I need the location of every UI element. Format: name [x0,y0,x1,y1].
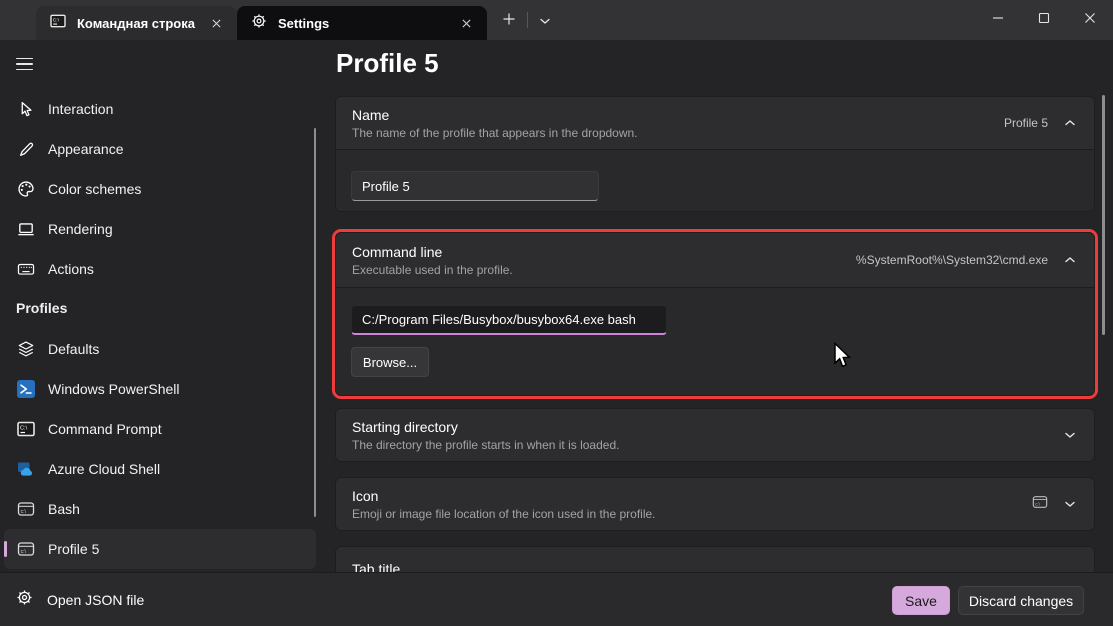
sidebar-item-label: Appearance [48,141,124,157]
svg-text:C:\: C:\ [20,426,28,432]
sidebar-scrollbar[interactable] [314,128,316,517]
plus-icon [502,12,516,31]
sidebar-item-rendering[interactable]: Rendering [4,209,316,249]
chevron-down-icon [1064,426,1076,444]
sidebar-item-windows-powershell[interactable]: Windows PowerShell [4,369,316,409]
sidebar-item-label: Command Prompt [48,421,162,437]
tab-label: Settings [278,16,455,31]
selection-indicator [4,541,7,557]
starting-directory-expander-header[interactable]: Starting directory The directory the pro… [336,409,1094,461]
maximize-icon [1038,11,1050,29]
svg-text:C:\: C:\ [53,17,60,23]
command-line-expander-header[interactable]: Command line Executable used in the prof… [336,233,1094,287]
powershell-icon [16,379,36,399]
monitor-icon [16,219,36,239]
section-description: The name of the profile that appears in … [352,126,638,140]
close-tab-icon[interactable] [455,12,477,34]
section-title: Command line [352,244,513,260]
cmd-terminal-icon: C:\ [50,14,66,33]
new-tab-button[interactable] [496,8,522,34]
sidebar-item-label: Profile 5 [48,541,99,557]
sidebar-item-label: Defaults [48,341,99,357]
browse-button[interactable]: Browse... [351,347,429,377]
tab-dropdown-button[interactable] [532,8,558,34]
cursor-icon [16,99,36,119]
section-description: Executable used in the profile. [352,263,513,277]
sidebar-item-profile-5[interactable]: c:\ Profile 5 [4,529,316,569]
sidebar-item-defaults[interactable]: Defaults [4,329,316,369]
sidebar-item-bash[interactable]: c:\ Bash [4,489,316,529]
sidebar-item-label: Rendering [48,221,113,237]
save-button[interactable]: Save [892,586,950,615]
close-window-button[interactable] [1067,0,1113,40]
section-title: Starting directory [352,419,619,435]
section-description: Emoji or image file location of the icon… [352,507,656,521]
sidebar-item-azure-cloud-shell[interactable]: Azure Cloud Shell [4,449,316,489]
sidebar-item-label: Bash [48,501,80,517]
sidebar-item-label: Color schemes [48,181,141,197]
chevron-up-icon [1064,114,1076,132]
keyboard-icon [16,259,36,279]
minimize-button[interactable] [975,0,1021,40]
icon-expander-header[interactable]: Icon Emoji or image file location of the… [336,478,1094,530]
profiles-section-header: Profiles [16,300,67,316]
sidebar-item-actions[interactable]: Actions [4,249,316,289]
azure-cloud-icon [16,459,36,479]
tab-settings[interactable]: Settings [237,6,487,40]
sidebar-item-label: Interaction [48,101,113,117]
svg-text:c:\: c:\ [1035,501,1040,506]
sidebar-item-label: Windows PowerShell [48,381,180,397]
profile-icon-preview: c:\ [1032,494,1048,515]
sidebar-item-appearance[interactable]: Appearance [4,129,316,169]
chevron-down-icon [539,12,551,30]
section-current-value: %SystemRoot%\System32\cmd.exe [856,253,1048,267]
section-title: Name [352,107,638,123]
section-title: Icon [352,488,656,504]
palette-icon [16,179,36,199]
sidebar-item-interaction[interactable]: Interaction [4,89,316,129]
chevron-down-icon [1064,495,1076,513]
gear-icon [251,13,267,34]
page-title: Profile 5 [336,48,439,79]
icon-section-card: Icon Emoji or image file location of the… [335,477,1095,531]
section-current-value: Profile 5 [1004,116,1048,130]
menu-toggle-button[interactable] [12,50,42,78]
pen-icon [16,139,36,159]
chevron-up-icon [1064,251,1076,269]
minimize-icon [992,11,1004,29]
name-input[interactable] [351,171,599,201]
close-icon [1084,11,1096,29]
gear-icon [16,589,33,611]
terminal-window-icon: c:\ [16,539,36,559]
close-tab-icon[interactable] [205,12,227,34]
hamburger-icon [16,58,33,60]
name-expander-header[interactable]: Name The name of the profile that appear… [336,97,1094,149]
footer-bar: Open JSON file Save Discard changes [0,572,1113,626]
section-description: The directory the profile starts in when… [352,438,619,452]
sidebar-item-label: Actions [48,261,94,277]
command-line-input[interactable] [351,305,667,335]
sidebar-item-color-schemes[interactable]: Color schemes [4,169,316,209]
svg-text:c:\: c:\ [21,549,27,555]
svg-text:c:\: c:\ [21,509,27,515]
command-line-section-card: Command line Executable used in the prof… [335,232,1095,396]
tab-label: Командная строка [77,16,205,31]
open-json-label: Open JSON file [47,592,144,608]
tab-command-prompt[interactable]: C:\ Командная строка [36,6,237,40]
cmd-terminal-icon: C:\ [16,419,36,439]
content-scrollbar[interactable] [1102,95,1105,335]
terminal-window-icon: c:\ [16,499,36,519]
discard-changes-button[interactable]: Discard changes [958,586,1084,615]
open-json-file-button[interactable]: Open JSON file [16,584,154,616]
name-section-card: Name The name of the profile that appear… [335,96,1095,212]
starting-directory-section-card: Starting directory The directory the pro… [335,408,1095,462]
sidebar-item-command-prompt[interactable]: C:\ Command Prompt [4,409,316,449]
layers-icon [16,339,36,359]
sidebar-item-label: Azure Cloud Shell [48,461,160,477]
titlebar-divider [527,12,528,28]
maximize-button[interactable] [1021,0,1067,40]
titlebar: C:\ Командная строка Settings [0,0,1113,40]
